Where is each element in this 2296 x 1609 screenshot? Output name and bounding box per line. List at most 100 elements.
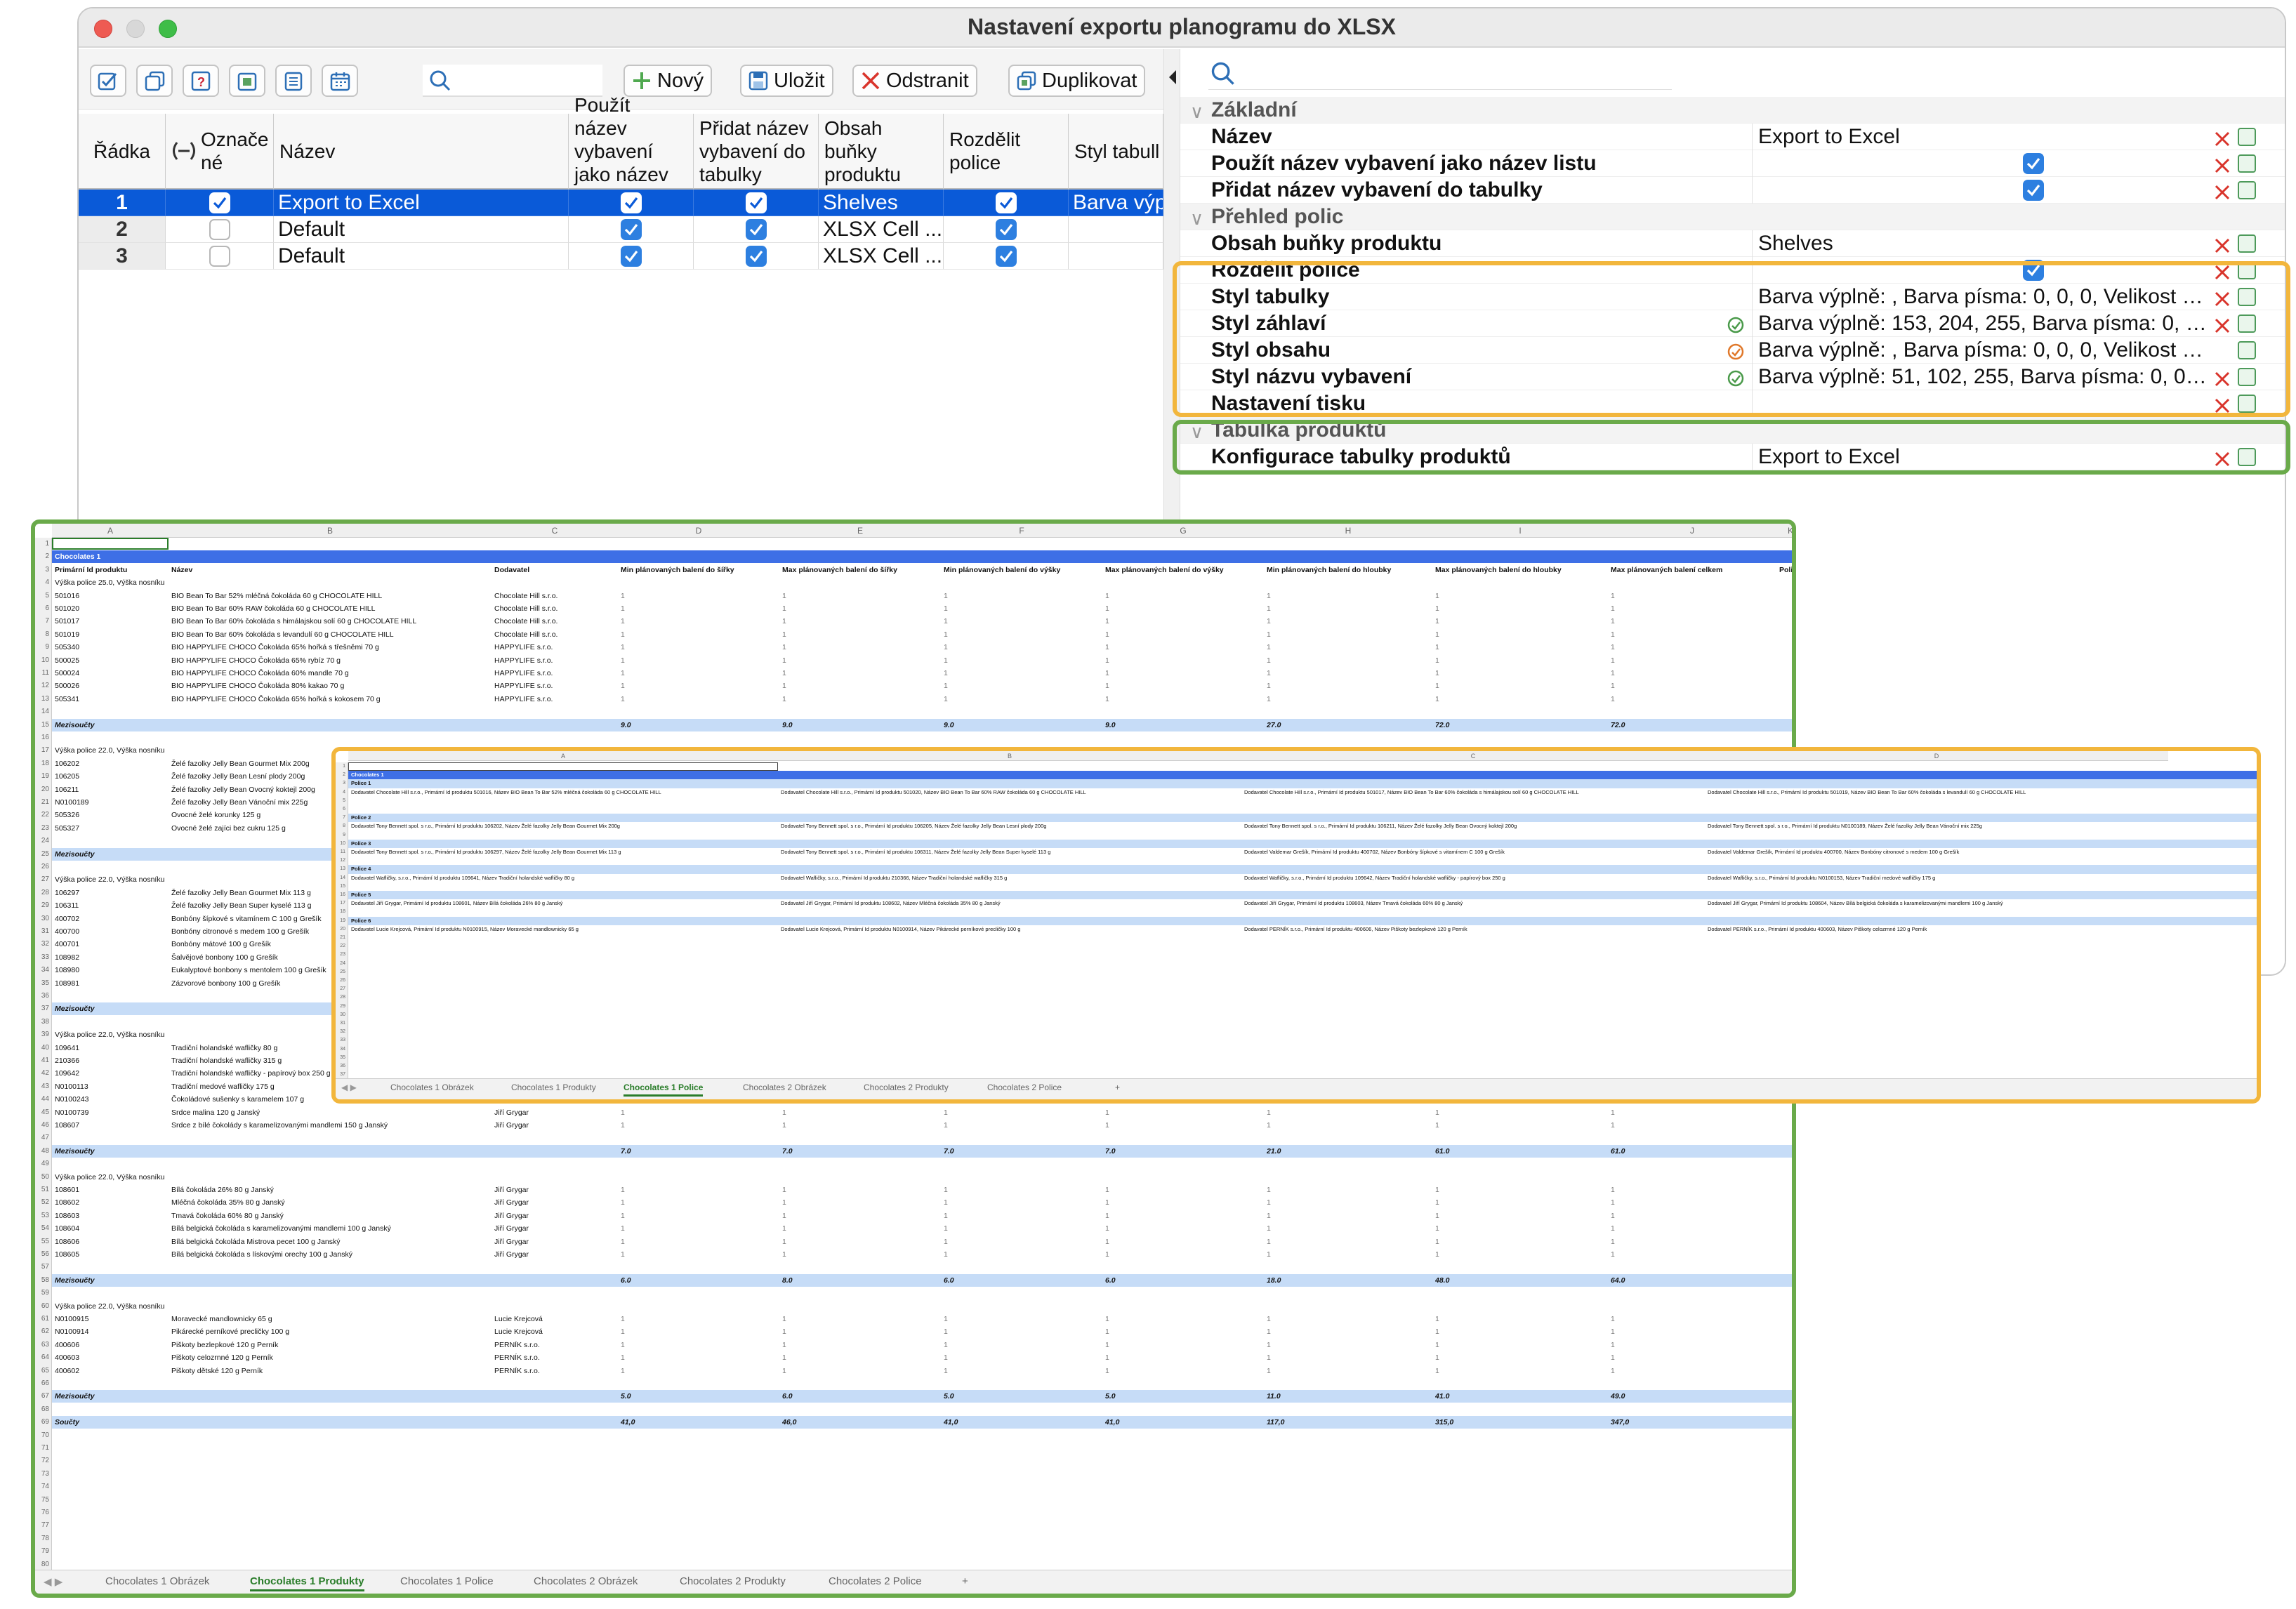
sheet-cell[interactable]: 5.0 xyxy=(944,1390,1101,1403)
row-number[interactable]: 29 xyxy=(336,1002,348,1011)
column-letter[interactable]: H xyxy=(1264,524,1432,538)
property-row[interactable]: Konfigurace tabulky produktů Export to Ex… xyxy=(1180,444,2285,470)
sheet-cell[interactable]: 6.0 xyxy=(782,1390,939,1403)
sheet-cell[interactable]: Dodavatel Chocolate Hill s.r.o., Primárn… xyxy=(1708,788,2165,797)
sheet-cell[interactable]: 1 xyxy=(1105,1339,1119,1351)
sheet-cell[interactable]: 1 xyxy=(1435,693,1449,706)
sheet-cell[interactable]: 1 xyxy=(782,680,796,692)
row-number[interactable]: 10 xyxy=(35,654,52,667)
row-number[interactable]: 25 xyxy=(35,847,52,861)
property-row[interactable]: Styl záhlaví Barva výplně: 153, 204, 255,… xyxy=(1180,310,2285,337)
edit-value-icon[interactable] xyxy=(2238,154,2256,173)
sheet-cell[interactable]: 108603 xyxy=(55,1210,167,1222)
sheet-cell[interactable]: PERNÍK s.r.o. xyxy=(494,1339,616,1351)
sheet-cell[interactable]: N0100914 xyxy=(55,1325,167,1338)
sheet-cell[interactable]: 48.0 xyxy=(1435,1274,1606,1287)
sheet-cell[interactable]: 1 xyxy=(621,680,635,692)
property-value[interactable]: Barva výplně: , Barva písma: 0, 0, 0, Ve… xyxy=(1752,284,2208,310)
column-letter[interactable]: D xyxy=(618,524,779,538)
sheet-cell[interactable]: Min plánovaných balení do hloubky xyxy=(1267,564,1431,576)
sheet-cell[interactable]: PERNÍK s.r.o. xyxy=(494,1365,616,1377)
sheet-cell[interactable]: 1 xyxy=(782,1351,796,1364)
clear-value-icon[interactable] xyxy=(2214,369,2231,387)
row-number[interactable]: 33 xyxy=(35,951,52,965)
sheet-cell[interactable]: 7.0 xyxy=(621,1145,778,1158)
row-number[interactable]: 5 xyxy=(336,796,348,805)
sheet-tab[interactable]: Chocolates 1 Police xyxy=(400,1575,494,1587)
sheet-cell[interactable]: 1 xyxy=(1611,1196,1625,1209)
row-number[interactable]: 43 xyxy=(35,1080,52,1094)
sheet-cell[interactable]: Bílá belgická čokoláda s lískovými orech… xyxy=(171,1248,490,1261)
row-number[interactable]: 56 xyxy=(35,1248,52,1262)
sheet-cell[interactable]: Výška police 25.0, Výška nosníku 1.0 xyxy=(55,576,167,589)
sheet-cell[interactable]: 1 xyxy=(782,1196,796,1209)
row-number[interactable]: 17 xyxy=(35,744,52,757)
sheet-cell[interactable]: 500026 xyxy=(55,680,167,692)
sheet-cell[interactable]: Lucie Krejcová xyxy=(494,1325,616,1338)
sheet-cell[interactable]: 106211 xyxy=(55,783,167,796)
table-cell[interactable]: Barva výp xyxy=(1069,190,1163,216)
property-value[interactable] xyxy=(1752,150,2208,177)
sheet-cell[interactable]: 41,0 xyxy=(944,1416,1101,1429)
edit-value-icon[interactable] xyxy=(2238,341,2256,359)
row-number[interactable]: 21 xyxy=(35,796,52,809)
row-number[interactable]: 79 xyxy=(35,1545,52,1558)
row-number[interactable]: 3 xyxy=(35,563,52,577)
selected-cell[interactable] xyxy=(52,538,169,550)
sheet-cell[interactable]: 1 xyxy=(1611,654,1625,667)
sheet-cell[interactable]: 1 xyxy=(1267,667,1281,680)
sheet-cell[interactable]: HAPPYLIFE s.r.o. xyxy=(494,680,616,692)
checkbox[interactable] xyxy=(209,246,230,267)
sheet-cell[interactable]: Bílá belgická čokoláda s karamelizovaným… xyxy=(171,1222,490,1235)
sheet-cell[interactable]: 1 xyxy=(1267,1106,1281,1119)
table-cell[interactable] xyxy=(569,190,694,216)
sheet-cell[interactable]: Dodavatel PERNÍK s.r.o., Primární Id pro… xyxy=(1244,925,1702,934)
row-number[interactable]: 14 xyxy=(336,873,348,882)
sheet-cell[interactable]: 8.0 xyxy=(782,1274,939,1287)
row-number[interactable]: 2 xyxy=(336,771,348,780)
sheet-cell[interactable]: Moravecké mandlownicky 65 g xyxy=(171,1313,490,1325)
sheet-cell[interactable]: Jiří Grygar xyxy=(494,1184,616,1196)
checkbox[interactable] xyxy=(746,246,767,267)
property-row[interactable]: Přidat název vybavení do tabulky xyxy=(1180,177,2285,204)
sheet-cell[interactable]: Mezisoučty xyxy=(55,1274,167,1287)
table-cell[interactable]: 1 xyxy=(79,190,166,216)
sheet-cell[interactable]: Dodavatel Wafličky, s.r.o., Primární Id … xyxy=(1708,874,2165,882)
sheet-cell[interactable]: Mezisoučty xyxy=(55,848,167,861)
sheet-cell[interactable]: 1 xyxy=(1267,641,1281,654)
sheet-cell[interactable]: Police 2 xyxy=(351,814,772,822)
sheet-cell[interactable]: Piškoty dětské 120 g Perník xyxy=(171,1365,490,1377)
sheet-cell[interactable]: 9.0 xyxy=(1105,719,1262,731)
sheet-cell[interactable]: 1 xyxy=(1611,1222,1625,1235)
sheet-cell[interactable]: Min plánovaných balení do šířky xyxy=(621,564,778,576)
sheet-cell[interactable]: 1 xyxy=(621,1236,635,1248)
sheet-cell[interactable]: Dodavatel Tony Bennett spol. s r.o., Pri… xyxy=(781,848,1239,856)
sheet-cell[interactable]: 1 xyxy=(1267,654,1281,667)
property-value[interactable]: Barva výplně: , Barva písma: 0, 0, 0, Ve… xyxy=(1752,337,2208,364)
sheet-cell[interactable]: 106202 xyxy=(55,757,167,770)
sheet-cell[interactable]: Tmavá čokoláda 60% 80 g Janský xyxy=(171,1210,490,1222)
table-row[interactable]: 3 Default XLSX Cell ... xyxy=(79,243,1163,270)
sheet-cell[interactable]: Dodavatel Wafličky, s.r.o., Primární Id … xyxy=(351,874,775,882)
sheet-cell[interactable]: 7.0 xyxy=(944,1145,1101,1158)
row-number[interactable]: 68 xyxy=(35,1403,52,1417)
row-number[interactable]: 47 xyxy=(35,1132,52,1145)
row-number[interactable]: 2 xyxy=(35,550,52,564)
sheet-cell[interactable]: N0100915 xyxy=(55,1313,167,1325)
sheet-cell[interactable]: 64.0 xyxy=(1611,1274,1775,1287)
property-value[interactable] xyxy=(1752,257,2208,284)
sheet-cell[interactable]: Chocolates 1 xyxy=(351,771,772,779)
column-letter[interactable]: F xyxy=(941,524,1102,538)
sheet-cell[interactable]: 1 xyxy=(621,1325,635,1338)
sheet-cell[interactable]: 1 xyxy=(1435,1365,1449,1377)
sheet-cell[interactable]: 1 xyxy=(944,1236,958,1248)
property-section[interactable]: ∨ Přehled polic xyxy=(1180,204,2285,230)
sheet-cell[interactable]: Výška police 22.0, Výška nosníku 1.0 xyxy=(55,1028,167,1041)
sheet-cell[interactable]: 505340 xyxy=(55,641,167,654)
column-header-split[interactable]: Rozdělit police xyxy=(944,114,1069,190)
edit-value-icon[interactable] xyxy=(2238,181,2256,199)
sheet-cell[interactable]: 1 xyxy=(1435,602,1449,615)
sheet-tab[interactable]: Chocolates 2 Produkty xyxy=(680,1575,786,1587)
copy-button[interactable] xyxy=(136,65,173,97)
sheet-cell[interactable]: 106311 xyxy=(55,899,167,912)
